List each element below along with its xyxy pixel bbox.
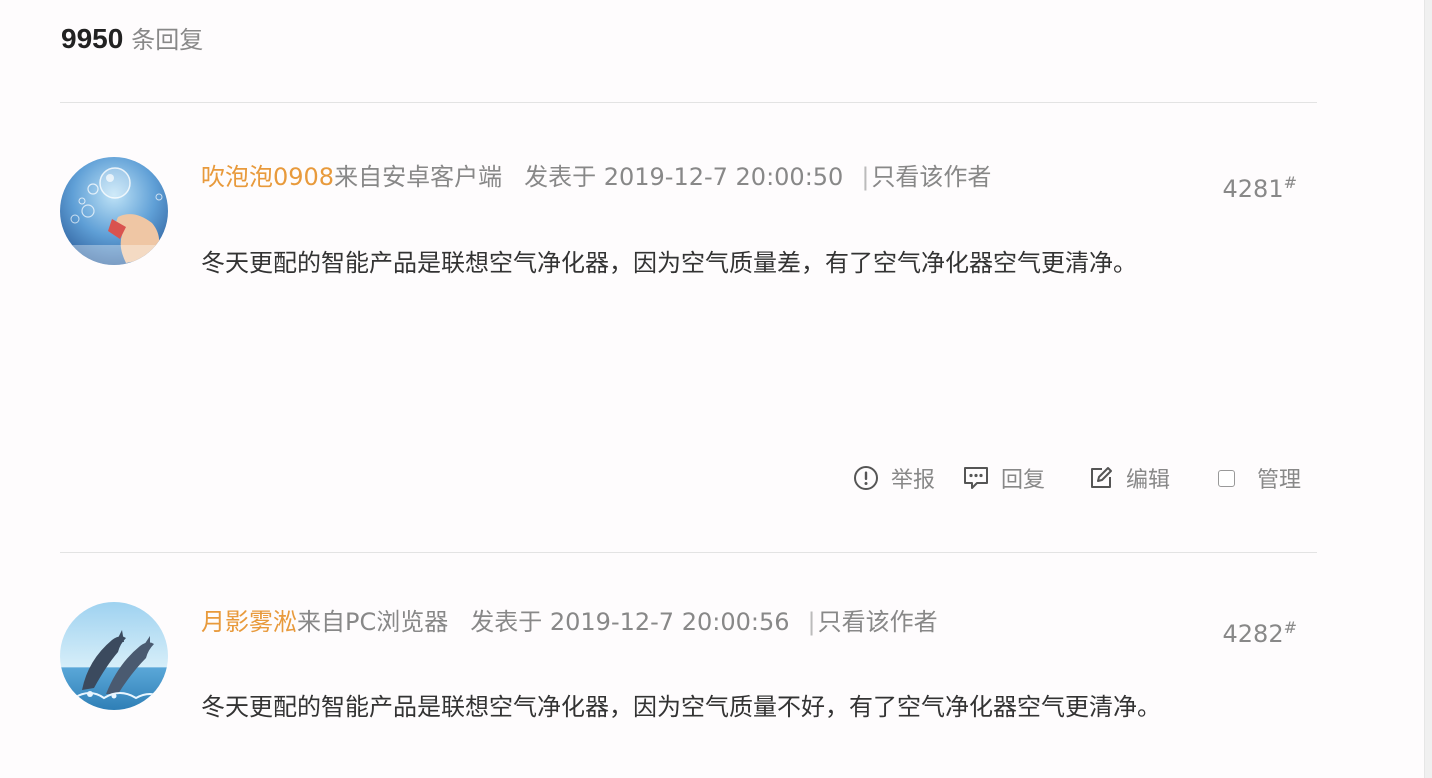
floor-mark: #	[1283, 173, 1297, 192]
report-button[interactable]: 举报	[852, 462, 935, 494]
post-content: 冬天更配的智能产品是联想空气净化器，因为空气质量不好，有了空气净化器空气更清净。	[201, 693, 1161, 721]
post-content: 冬天更配的智能产品是联想空气净化器，因为空气质量差，有了空气净化器空气更清净。	[201, 249, 1137, 277]
scrollbar-track[interactable]	[1424, 0, 1432, 778]
edit-label: 编辑	[1126, 468, 1171, 493]
floor-number: 4282#	[1223, 618, 1297, 648]
post-actions: 举报 回复 编辑 管理	[852, 458, 1301, 498]
checkbox-icon[interactable]	[1212, 464, 1240, 492]
post-meta: 吹泡泡0908来自安卓客户端 发表于 2019-12-7 20:00:50 |只看该…	[201, 159, 991, 195]
floor-number-value: 4281	[1222, 175, 1284, 203]
floor-number-value: 4282	[1222, 620, 1284, 648]
checkbox-box[interactable]	[1217, 469, 1235, 487]
post-source: 来自安卓客户端	[334, 163, 503, 191]
meta-separator: |	[861, 163, 870, 191]
exclamation-circle-icon	[852, 464, 880, 492]
post-meta: 月影雾淞来自PC浏览器 发表于 2019-12-7 20:00:56 |只看该作者	[201, 604, 938, 640]
only-author-link[interactable]: 只看该作者	[871, 163, 991, 191]
manage-checkbox[interactable]: 管理	[1212, 462, 1301, 494]
edit-button[interactable]: 编辑	[1087, 462, 1170, 494]
post-date: 发表于 2019-12-7 20:00:56	[470, 608, 790, 636]
manage-label: 管理	[1257, 468, 1302, 493]
reply-button[interactable]: 回复	[962, 462, 1045, 494]
report-label: 举报	[891, 468, 936, 493]
comment-icon	[962, 464, 990, 492]
only-author-link[interactable]: 只看该作者	[818, 608, 938, 636]
post-source: 来自PC浏览器	[297, 608, 449, 636]
pencil-square-icon	[1087, 464, 1115, 492]
reply-page: 9950 条回复 吹泡泡0908来自安卓客户端 发表于 2019-12-7 20…	[0, 0, 1432, 778]
reply-label: 回复	[1001, 468, 1046, 493]
divider	[60, 552, 1317, 553]
dolphin-avatar-icon[interactable]	[60, 602, 168, 710]
floor-number: 4281#	[1223, 173, 1297, 203]
reply-count-suffix: 条回复	[131, 26, 204, 54]
divider	[60, 102, 1317, 103]
username-link[interactable]: 吹泡泡0908	[201, 163, 334, 191]
bubble-avatar-icon[interactable]	[60, 157, 168, 265]
reply-count-header: 9950 条回复	[61, 20, 203, 60]
floor-mark: #	[1283, 618, 1297, 637]
username-link[interactable]: 月影雾淞	[201, 608, 297, 636]
post-date: 发表于 2019-12-7 20:00:50	[524, 163, 844, 191]
reply-count-number: 9950	[61, 23, 124, 54]
meta-separator: |	[807, 608, 816, 636]
